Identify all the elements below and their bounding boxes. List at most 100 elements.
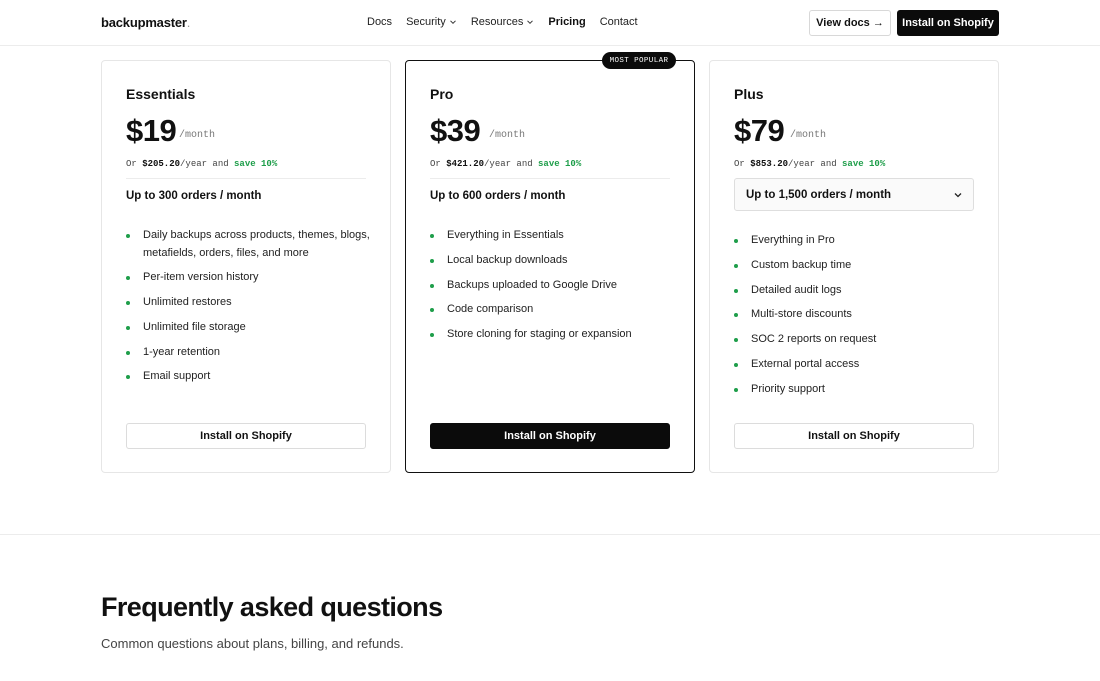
bullet-dot-icon [126,276,130,281]
list-item: Store cloning for staging or expansion [430,326,675,344]
feature-text: Daily backups across products, themes, b… [143,229,370,259]
logo-text: backupmaster [101,15,187,30]
yearly-pricing: Or $853.20/year and save 10% [734,159,885,169]
plan-card-pro: Pro $39 /month Or $421.20/year and save … [405,60,695,473]
list-item: Custom backup time [734,257,979,275]
view-docs-button[interactable]: View docs → [809,10,891,36]
feature-text: Store cloning for staging or expansion [447,328,632,341]
list-item: Local backup downloads [430,252,675,270]
list-item: Unlimited file storage [126,319,371,337]
yearly-mid: /year and [484,159,539,169]
bullet-dot-icon [430,283,434,288]
bullet-dot-icon [430,333,434,338]
list-item: SOC 2 reports on request [734,331,979,349]
logo[interactable]: backupmaster. [101,15,190,30]
feature-text: Per-item version history [143,271,259,284]
feature-text: Custom backup time [751,258,852,271]
orders-limit: Up to 300 orders / month [126,190,262,202]
yearly-prefix: Or [734,159,751,169]
yearly-prefix: Or [430,159,447,169]
list-item: Daily backups across products, themes, b… [126,227,371,262]
bullet-dot-icon [126,375,130,380]
bullet-dot-icon [430,308,434,313]
nav-item-label: Docs [367,16,393,28]
main-nav: Docs Security Resources Pricing Contact [367,16,652,28]
bullet-dot-icon [734,288,738,293]
list-item: Backups uploaded to Google Drive [430,277,675,295]
feature-text: Email support [143,370,211,383]
plan-card-essentials: Essentials $19 /month Or $205.20/year an… [101,60,391,473]
bullet-dot-icon [430,234,434,238]
list-item: Email support [126,368,371,386]
plan-name: Plus [734,86,764,102]
list-item: Everything in Essentials [430,227,675,245]
plan-price: $79 [734,113,785,148]
bullet-dot-icon [734,338,738,343]
feature-text: SOC 2 reports on request [751,333,877,346]
feature-text: Local backup downloads [447,253,568,266]
faq-subtitle: Common questions about plans, billing, a… [101,636,404,651]
list-item: Per-item version history [126,269,371,287]
top-navigation-bar: backupmaster. Docs Security Resources Pr… [0,0,1100,46]
bullet-dot-icon [734,313,738,318]
orders-tier-select[interactable]: Up to 1,500 orders / month [734,178,974,211]
nav-item-resources[interactable]: Resources [471,16,535,28]
nav-item-security[interactable]: Security [406,16,457,28]
feature-text: Everything in Pro [751,234,835,246]
divider [126,178,366,179]
list-item: Priority support [734,381,979,399]
feature-text: Everything in Essentials [447,229,564,241]
nav-item-docs[interactable]: Docs [367,16,392,28]
price-period: /month [790,130,827,141]
bullet-dot-icon [734,239,738,243]
nav-item-pricing[interactable]: Pricing [548,16,585,28]
section-divider [0,534,1100,535]
plan-price: $39 [430,113,481,148]
feature-text: 1-year retention [143,345,221,358]
feature-text: Unlimited file storage [143,320,246,333]
install-on-shopify-button[interactable]: Install on Shopify [126,423,366,449]
yearly-prefix: Or [126,159,143,169]
plan-card-plus: Plus $79 /month Or $853.20/year and save… [709,60,999,473]
bullet-dot-icon [734,263,738,268]
nav-item-label: Security [406,16,446,28]
feature-list: Everything in Pro Custom backup time Det… [734,232,979,406]
feature-text: Backups uploaded to Google Drive [447,278,617,291]
install-on-shopify-button[interactable]: Install on Shopify [734,423,974,449]
yearly-mid: /year and [788,159,843,169]
feature-text: Code comparison [447,303,534,316]
list-item: 1-year retention [126,344,371,362]
feature-text: Unlimited restores [143,296,232,309]
nav-item-contact[interactable]: Contact [600,16,638,28]
list-item: Unlimited restores [126,294,371,312]
list-item: Multi-store discounts [734,306,979,324]
bullet-dot-icon [734,387,738,392]
feature-text: Priority support [751,382,825,395]
yearly-pricing: Or $421.20/year and save 10% [430,159,581,169]
plan-price: $19 [126,113,177,148]
feature-list: Daily backups across products, themes, b… [126,227,371,393]
feature-text: External portal access [751,357,860,370]
bullet-dot-icon [126,350,130,355]
plan-name: Pro [430,86,454,102]
yearly-price: $421.20 [446,159,485,169]
feature-list: Everything in Essentials Local backup do… [430,227,675,351]
yearly-mid: /year and [180,159,235,169]
yearly-save: save 10% [842,159,886,169]
bullet-dot-icon [430,258,434,263]
yearly-price: $853.20 [750,159,789,169]
chevron-down-icon [527,20,534,25]
faq-title: Frequently asked questions [101,592,443,622]
price-period: /month [489,130,526,141]
bullet-dot-icon [126,325,130,330]
nav-item-label: Contact [599,16,638,28]
yearly-save: save 10% [538,159,582,169]
chevron-down-icon [449,20,456,25]
list-item: Everything in Pro [734,232,979,250]
divider [430,178,670,179]
nav-item-label: Pricing [548,16,586,28]
install-on-shopify-button[interactable]: Install on Shopify [897,10,999,36]
install-on-shopify-button[interactable]: Install on Shopify [430,423,670,449]
plan-name: Essentials [126,86,196,102]
most-popular-badge: MOST POPULAR [602,52,676,69]
